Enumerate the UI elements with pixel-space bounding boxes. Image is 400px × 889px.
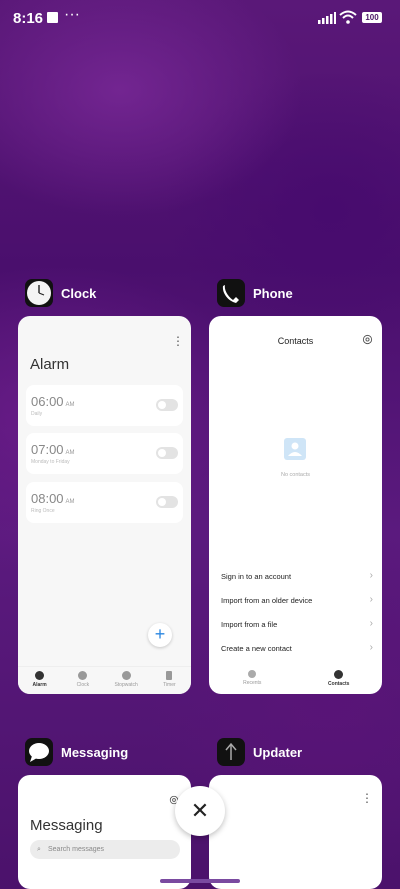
- tab-stopwatch[interactable]: Stopwatch: [105, 667, 148, 694]
- import-older-device-button[interactable]: Import from an older device ›: [221, 594, 373, 616]
- alarm-toggle[interactable]: [156, 496, 178, 508]
- tab-label: Recents: [243, 680, 262, 686]
- more-options-icon[interactable]: ⋮: [361, 791, 373, 805]
- chevron-right-icon: ›: [369, 594, 373, 605]
- tab-label: Alarm: [32, 682, 47, 688]
- phone-app-header[interactable]: Phone: [217, 278, 293, 308]
- empty-contacts-icon: [284, 438, 306, 460]
- more-options-icon[interactable]: ⋮: [172, 334, 184, 348]
- clock-bottom-nav: Alarm Clock Stopwatch Timer: [18, 666, 191, 694]
- chevron-right-icon: ›: [369, 642, 373, 653]
- stopwatch-icon: [121, 671, 131, 680]
- action-label: Create a new contact: [221, 644, 292, 653]
- signal-icon: [318, 12, 336, 24]
- alarm-time-value: 06:00: [31, 394, 64, 409]
- alarm-icon: [35, 671, 45, 680]
- phone-handset-icon: [248, 670, 257, 678]
- person-icon: [334, 670, 344, 679]
- alarm-item[interactable]: 07:00 AM Monday to Friday: [26, 433, 183, 474]
- phone-app-name: Phone: [253, 285, 293, 301]
- messaging-app-header[interactable]: Messaging: [25, 737, 128, 767]
- updater-app-name: Updater: [253, 744, 303, 760]
- clock-icon: [25, 279, 53, 307]
- tab-label: Stopwatch: [114, 682, 138, 688]
- updater-icon: [217, 738, 245, 766]
- alarm-ampm: AM: [65, 402, 75, 408]
- messaging-app-name: Messaging: [61, 744, 129, 760]
- action-label: Sign in to an account: [221, 572, 292, 581]
- updater-app-header[interactable]: Updater: [217, 737, 302, 767]
- clock-app-card[interactable]: ⋮ Alarm 06:00 AM Daily 07:00 AM Monday to …: [18, 316, 191, 694]
- alarm-ampm: AM: [65, 499, 75, 505]
- action-label: Import from an older device: [221, 596, 313, 605]
- contacts-title: Contacts: [277, 336, 314, 346]
- tab-contacts[interactable]: Contacts: [296, 666, 383, 694]
- alarm-time: 06:00 AM: [31, 394, 75, 409]
- messaging-title: Messaging: [30, 817, 103, 834]
- alarm-ampm: AM: [65, 450, 75, 456]
- phone-bottom-nav: Recents Contacts: [209, 666, 382, 694]
- updater-app-card[interactable]: ⋮: [209, 775, 382, 889]
- action-label: Import from a file: [221, 620, 278, 629]
- alarm-time-value: 08:00: [31, 491, 64, 506]
- tab-label: Timer: [163, 682, 176, 688]
- tab-timer[interactable]: Timer: [148, 667, 191, 694]
- tab-recents[interactable]: Recents: [209, 666, 296, 694]
- phone-app-card[interactable]: Contacts No contacts Sign in to an accou…: [209, 316, 382, 694]
- tab-clock[interactable]: Clock: [61, 667, 104, 694]
- create-contact-button[interactable]: Create a new contact ›: [221, 642, 373, 664]
- close-all-button[interactable]: ✕: [175, 786, 225, 836]
- clock-app-header[interactable]: Clock: [25, 278, 96, 308]
- timer-icon: [166, 671, 173, 680]
- alarm-repeat: Ring Once: [31, 508, 55, 514]
- more-notifications-icon: ···: [64, 6, 80, 23]
- search-messages-input[interactable]: ⌕ Search messages: [30, 840, 180, 859]
- alarm-title: Alarm: [30, 356, 70, 373]
- tab-label: Clock: [76, 682, 90, 688]
- alarm-item[interactable]: 08:00 AM Ring Once: [26, 482, 183, 523]
- status-time: 8:16: [13, 10, 44, 27]
- notification-icon: [47, 12, 58, 23]
- add-alarm-button[interactable]: +: [148, 623, 172, 647]
- tab-alarm[interactable]: Alarm: [18, 667, 61, 694]
- alarm-time: 08:00 AM: [31, 491, 75, 506]
- settings-gear-icon[interactable]: [362, 334, 373, 345]
- messaging-icon: [25, 738, 53, 766]
- clock-app-name: Clock: [61, 285, 97, 301]
- status-bar: 8:16 ··· 100: [0, 0, 400, 36]
- chevron-right-icon: ›: [369, 570, 373, 581]
- tab-label: Contacts: [328, 681, 350, 687]
- alarm-time: 07:00 AM: [31, 442, 75, 457]
- no-contacts-text: No contacts: [280, 472, 311, 478]
- sign-in-account-button[interactable]: Sign in to an account ›: [221, 570, 373, 592]
- search-icon: ⌕: [37, 846, 41, 853]
- alarm-time-value: 07:00: [31, 442, 64, 457]
- phone-icon: [217, 279, 245, 307]
- battery-icon: 100: [362, 12, 382, 23]
- alarm-toggle[interactable]: [156, 447, 178, 459]
- alarm-repeat: Daily: [31, 411, 43, 417]
- alarm-item[interactable]: 06:00 AM Daily: [26, 385, 183, 426]
- chevron-right-icon: ›: [369, 618, 373, 629]
- search-placeholder: Search messages: [48, 846, 105, 853]
- import-file-button[interactable]: Import from a file ›: [221, 618, 373, 640]
- alarm-repeat: Monday to Friday: [31, 459, 70, 465]
- messaging-app-card[interactable]: Messaging ⌕ Search messages: [18, 775, 191, 889]
- clock-tab-icon: [78, 671, 88, 680]
- home-indicator[interactable]: [160, 879, 240, 883]
- alarm-toggle[interactable]: [156, 399, 178, 411]
- wifi-icon: [339, 10, 357, 24]
